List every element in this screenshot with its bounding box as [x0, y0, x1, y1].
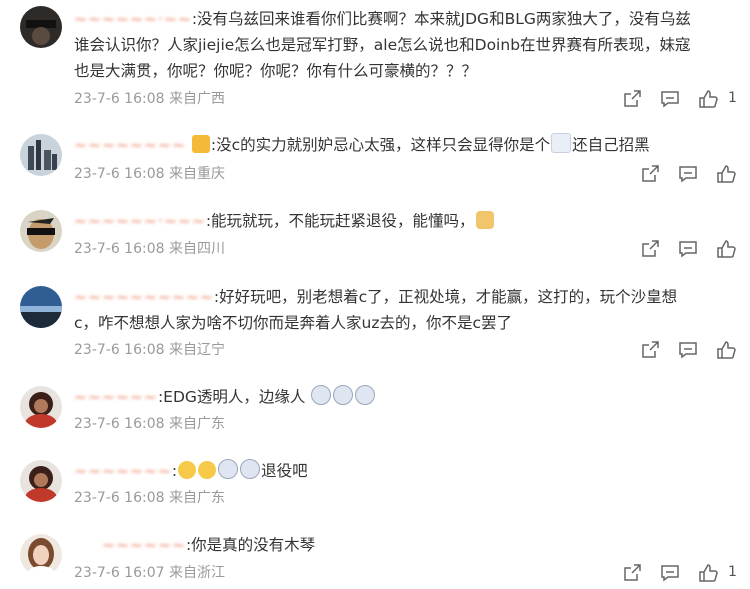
comment-location: 来自辽宁 — [168, 342, 225, 358]
username-link[interactable]: ~~~~~~~ — [74, 462, 172, 480]
comment-text: :没c的实力就别妒忌心太强，这样只会显得你是个 — [210, 136, 551, 154]
comment-time: 23-7-6 16:08 — [74, 490, 165, 506]
comment-text-after: 还自己招黑 — [572, 136, 650, 154]
comment-location: 来自广西 — [168, 91, 225, 107]
thumbs-up-icon — [699, 564, 718, 582]
comment-icon[interactable] — [678, 164, 698, 184]
thumbs-up-icon[interactable] — [716, 239, 736, 259]
avatar[interactable] — [20, 6, 62, 48]
comment-actions — [640, 164, 740, 184]
laugh-cry-emoji-icon — [198, 461, 217, 479]
comment-item: ~~~~~~:你是真的没有木琴 23-7-6 16:07 来自浙江 1 — [0, 526, 750, 589]
comment-time: 23-7-6 16:07 — [74, 565, 165, 581]
avatar[interactable] — [20, 286, 62, 328]
comment-location: 来自广东 — [168, 490, 225, 506]
comment-item: ~~~~~~·~~:没有乌兹回来谁看你们比赛啊？本来就JDG和BLG两家独大了，… — [0, 0, 750, 118]
username-link[interactable]: ~~~~~~·~~~ — [74, 212, 206, 230]
comment-actions — [640, 239, 740, 259]
comment-location: 来自广东 — [168, 416, 225, 432]
scared-emoji-icon — [218, 459, 239, 479]
comment-item: ~~~~~~~: 退役吧 23-7-6 16:08 来自广东 — [0, 452, 750, 516]
comment-actions — [640, 340, 740, 360]
doge-emoji-icon — [475, 211, 494, 229]
comment-meta: 23-7-6 16:08 来自广西 — [74, 90, 225, 108]
comment-item: ~~~~~~~~ :没c的实力就别妒忌心太强，这样只会显得你是个 还自己招黑 23… — [0, 126, 750, 190]
share-icon[interactable] — [622, 89, 642, 109]
comment-text: 退役吧 — [261, 462, 308, 480]
comment-text-block: ~~~~~~:你是真的没有木琴 — [74, 532, 694, 558]
comment-text-block: ~~~~~~~: 退役吧 — [74, 458, 694, 484]
like-button[interactable]: 1 — [698, 89, 742, 109]
username-link[interactable]: ~~~~~~·~~ — [74, 10, 192, 28]
avatar[interactable] — [20, 134, 62, 176]
comment-meta: 23-7-6 16:08 来自辽宁 — [74, 341, 225, 359]
thumbs-up-icon[interactable] — [716, 164, 736, 184]
avatar[interactable] — [20, 210, 62, 252]
comment-meta: 23-7-6 16:08 来自广东 — [74, 415, 225, 433]
username-link[interactable]: ~~~~~~~~ — [74, 136, 186, 154]
comment-time: 23-7-6 16:08 — [74, 166, 165, 182]
comment-item: ~~~~~~·~~~:能玩就玩，不能玩赶紧退役，能懂吗， 23-7-6 16:0… — [0, 202, 750, 266]
comment-text-block: ~~~~~~~~~~:好好玩吧，别老想着c了，正视处境，才能赢，这打的，玩个沙皇… — [74, 284, 694, 336]
crown-badge-icon — [191, 135, 210, 153]
comment-icon[interactable] — [660, 89, 680, 109]
comment-time: 23-7-6 16:08 — [74, 342, 165, 358]
username-link[interactable]: ~~~~~~ — [74, 388, 158, 406]
scared-emoji-icon — [355, 385, 376, 405]
thumbs-up-icon[interactable] — [716, 340, 736, 360]
comment-icon[interactable] — [678, 340, 698, 360]
username-link[interactable]: ~~~~~~~~~~ — [74, 288, 214, 306]
comment-text: :你是真的没有木琴 — [185, 536, 316, 554]
comment-location: 来自四川 — [168, 241, 225, 257]
share-icon[interactable] — [622, 563, 642, 583]
comment-text-block: ~~~~~~·~~:没有乌兹回来谁看你们比赛啊？本来就JDG和BLG两家独大了，… — [74, 6, 694, 84]
comment-text-block: ~~~~~~:EDG透明人，边缘人 — [74, 384, 694, 410]
comment-text: :EDG透明人，边缘人 — [157, 388, 306, 406]
avatar[interactable] — [20, 534, 62, 576]
comment-actions: 1 — [622, 563, 742, 583]
like-count: 1 — [728, 90, 737, 106]
like-button[interactable]: 1 — [698, 563, 742, 583]
like-count: 1 — [728, 564, 737, 580]
avatar[interactable] — [20, 386, 62, 428]
comment-location: 来自浙江 — [168, 565, 225, 581]
comment-text: :能玩就玩，不能玩赶紧退役，能懂吗， — [205, 212, 475, 230]
scared-emoji-icon — [311, 385, 332, 405]
comment-time: 23-7-6 16:08 — [74, 241, 165, 257]
username-link[interactable]: ~~~~~~ — [102, 536, 186, 554]
comment-text-block: ~~~~~~~~ :没c的实力就别妒忌心太强，这样只会显得你是个 还自己招黑 — [74, 132, 694, 158]
scared-emoji-icon — [240, 459, 261, 479]
comment-time: 23-7-6 16:08 — [74, 416, 165, 432]
comment-meta: 23-7-6 16:08 来自四川 — [74, 240, 225, 258]
comment-meta: 23-7-6 16:07 来自浙江 — [74, 564, 225, 582]
share-icon[interactable] — [640, 340, 660, 360]
comment-item: ~~~~~~~~~~:好好玩吧，别老想着c了，正视处境，才能赢，这打的，玩个沙皇… — [0, 278, 750, 366]
comment-location: 来自重庆 — [168, 166, 225, 182]
comment-meta: 23-7-6 16:08 来自广东 — [74, 489, 225, 507]
avatar[interactable] — [20, 460, 62, 502]
comment-time: 23-7-6 16:08 — [74, 91, 165, 107]
comment-icon[interactable] — [678, 239, 698, 259]
comment-actions: 1 — [622, 89, 742, 109]
laugh-cry-emoji-icon — [178, 461, 197, 479]
share-icon[interactable] — [640, 239, 660, 259]
emoji-icon — [551, 133, 572, 153]
comment-item: ~~~~~~:EDG透明人，边缘人 23-7-6 16:08 来自广东 — [0, 378, 750, 442]
scared-emoji-icon — [333, 385, 354, 405]
comment-text-block: ~~~~~~·~~~:能玩就玩，不能玩赶紧退役，能懂吗， — [74, 208, 694, 234]
comment-meta: 23-7-6 16:08 来自重庆 — [74, 165, 225, 183]
share-icon[interactable] — [640, 164, 660, 184]
comment-icon[interactable] — [660, 563, 680, 583]
thumbs-up-icon — [699, 90, 718, 108]
